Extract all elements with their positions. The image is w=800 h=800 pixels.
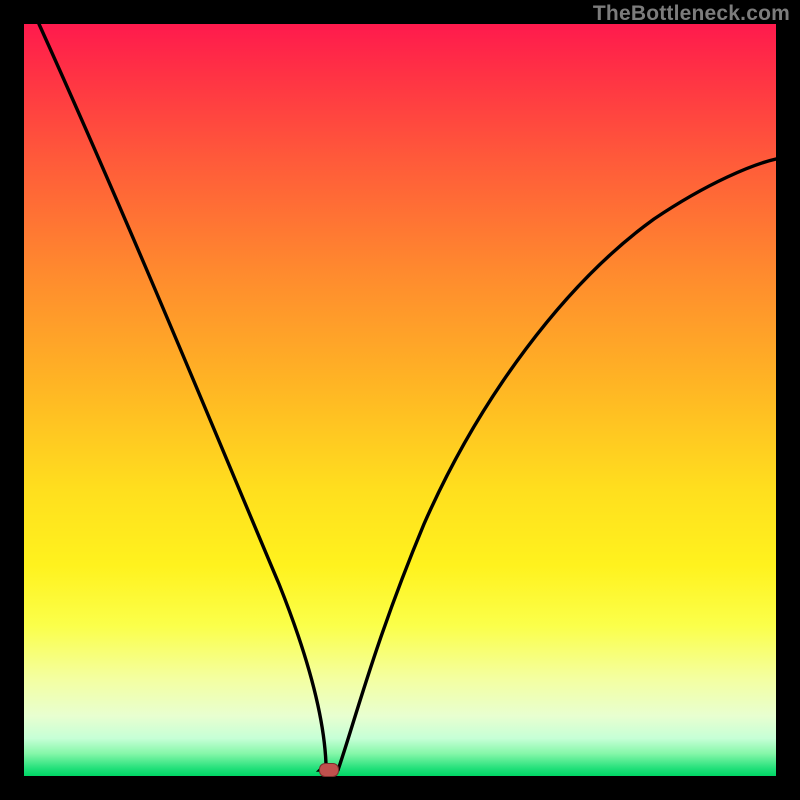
curve-right-branch [338, 159, 776, 770]
curve-left-branch [39, 24, 338, 770]
chart-frame: TheBottleneck.com [0, 0, 800, 800]
plot-area [24, 24, 776, 776]
watermark-text: TheBottleneck.com [593, 2, 790, 26]
bottleneck-curve [24, 24, 776, 776]
optimal-point-marker [319, 763, 339, 777]
